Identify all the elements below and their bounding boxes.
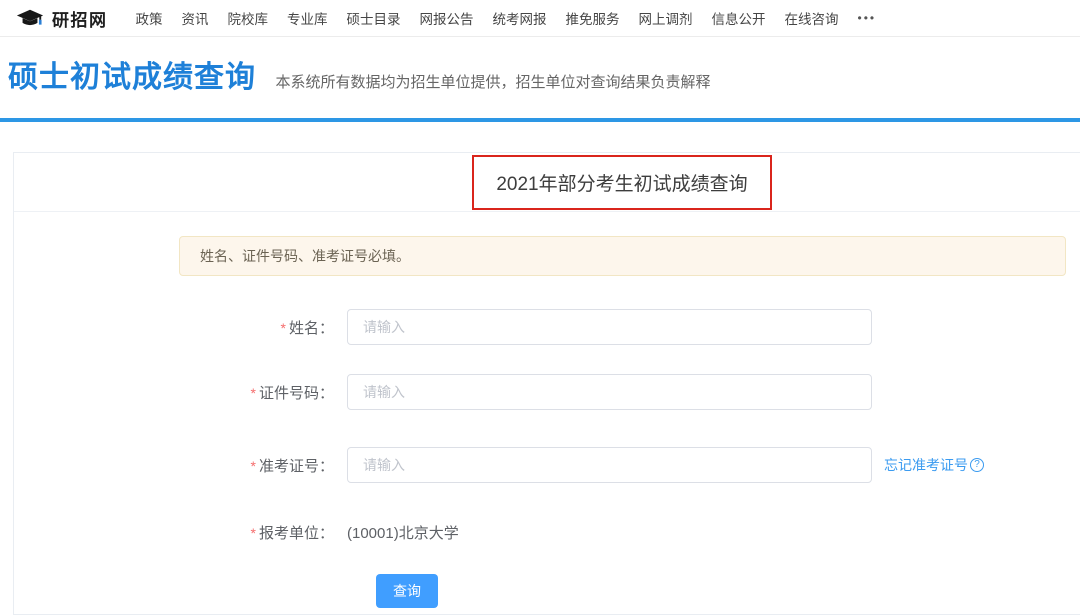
card-body: 姓名、证件号码、准考证号必填。 *姓名： *证件号码： *准考证号：	[14, 212, 1080, 608]
name-input[interactable]	[347, 309, 872, 345]
nav-item-policy[interactable]: 政策	[136, 8, 163, 28]
forgot-ticket-link[interactable]: 忘记准考证号?	[884, 455, 984, 475]
graduation-cap-icon	[15, 8, 45, 29]
nav-item-news[interactable]: 资讯	[182, 8, 209, 28]
form-row-target-university: *报考单位： (10001)北京大学	[14, 514, 1080, 550]
target-university-label: *报考单位：	[14, 522, 347, 543]
nav-item-online-consult[interactable]: 在线咨询	[785, 8, 839, 28]
blue-divider	[0, 118, 1080, 122]
logo-text: 研招网	[52, 6, 108, 31]
nav-item-major-library[interactable]: 专业库	[287, 8, 328, 28]
nav-item-master-catalog[interactable]: 硕士目录	[347, 8, 401, 28]
score-query-card: 2021年部分考生初试成绩查询 姓名、证件号码、准考证号必填。 *姓名： *证件…	[13, 152, 1080, 615]
admission-ticket-label: *准考证号：	[14, 455, 347, 476]
required-fields-notice: 姓名、证件号码、准考证号必填。	[179, 236, 1066, 276]
query-form: *姓名： *证件号码： *准考证号： 忘记准考证号?	[14, 309, 1080, 608]
form-row-name: *姓名：	[14, 309, 1080, 345]
id-number-input[interactable]	[347, 374, 872, 410]
more-dots-icon[interactable]: •••	[858, 11, 877, 25]
nav-item-unified-exam-report[interactable]: 统考网报	[493, 8, 547, 28]
page-header: 硕士初试成绩查询 本系统所有数据均为招生单位提供，招生单位对查询结果负责解释	[0, 37, 1080, 118]
page-title: 硕士初试成绩查询	[8, 52, 256, 96]
query-button[interactable]: 查询	[376, 574, 438, 608]
nav-item-info-disclosure[interactable]: 信息公开	[712, 8, 766, 28]
name-label: *姓名：	[14, 317, 347, 338]
admission-ticket-input[interactable]	[347, 447, 872, 483]
notice-text: 姓名、证件号码、准考证号必填。	[200, 246, 410, 266]
red-annotation-box: 2021年部分考生初试成绩查询	[472, 155, 772, 210]
card-header: 2021年部分考生初试成绩查询	[14, 153, 1080, 212]
required-asterisk: *	[251, 385, 256, 401]
question-circle-icon: ?	[970, 458, 984, 472]
nav-item-online-adjustment[interactable]: 网上调剂	[639, 8, 693, 28]
top-navigation-bar: 研招网 政策 资讯 院校库 专业库 硕士目录 网报公告 统考网报 推免服务 网上…	[0, 0, 1080, 37]
required-asterisk: *	[281, 320, 286, 336]
form-row-id-number: *证件号码：	[14, 374, 1080, 410]
required-asterisk: *	[251, 525, 256, 541]
form-row-admission-ticket: *准考证号： 忘记准考证号?	[14, 447, 1080, 483]
nav-item-school-library[interactable]: 院校库	[228, 8, 269, 28]
site-logo[interactable]: 研招网	[15, 6, 108, 31]
target-university-value: (10001)北京大学	[347, 522, 459, 543]
nav-item-online-report-notice[interactable]: 网报公告	[420, 8, 474, 28]
required-asterisk: *	[251, 458, 256, 474]
id-number-label: *证件号码：	[14, 382, 347, 403]
main-nav: 政策 资讯 院校库 专业库 硕士目录 网报公告 统考网报 推免服务 网上调剂 信…	[136, 8, 877, 28]
page-subtitle: 本系统所有数据均为招生单位提供，招生单位对查询结果负责解释	[275, 71, 710, 92]
nav-item-exemption-service[interactable]: 推免服务	[566, 8, 620, 28]
card-title: 2021年部分考生初试成绩查询	[496, 169, 747, 196]
